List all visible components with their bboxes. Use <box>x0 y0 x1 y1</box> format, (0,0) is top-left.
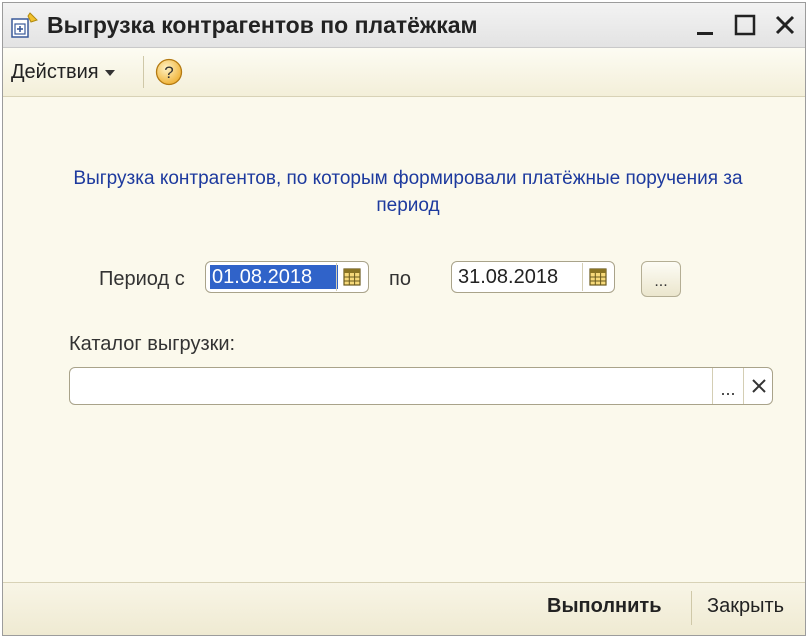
close-icon[interactable] <box>771 11 799 39</box>
title-bar: Выгрузка контрагентов по платёжкам <box>3 3 805 48</box>
catalog-label: Каталог выгрузки: <box>69 333 236 355</box>
minimize-icon[interactable] <box>691 11 719 39</box>
period-to-field[interactable] <box>451 261 615 293</box>
execute-button[interactable]: Выполнить <box>547 595 662 618</box>
catalog-field[interactable]: ... <box>69 367 773 405</box>
period-from-field[interactable] <box>205 261 369 293</box>
calendar-icon[interactable] <box>582 263 613 291</box>
form-window: Выгрузка контрагентов по платёжкам Дейст… <box>2 2 806 636</box>
document-export-icon <box>9 12 39 40</box>
window-title: Выгрузка контрагентов по платёжкам <box>47 12 478 38</box>
catalog-choose-button[interactable]: ... <box>712 368 743 404</box>
select-period-button[interactable]: ... <box>641 261 681 297</box>
actions-menu[interactable]: Действия <box>11 58 115 86</box>
help-icon-glyph: ? <box>164 63 173 82</box>
chevron-down-icon <box>104 70 115 76</box>
toolbar: Действия ? <box>3 48 805 97</box>
period-to-label: по <box>389 268 411 290</box>
catalog-input[interactable] <box>76 372 710 402</box>
period-to-input[interactable] <box>456 265 584 289</box>
maximize-icon[interactable] <box>731 11 759 39</box>
toolbar-separator <box>143 56 144 88</box>
close-button[interactable]: Закрыть <box>707 595 784 618</box>
help-button[interactable]: ? <box>155 58 183 86</box>
clear-icon[interactable] <box>743 368 773 404</box>
actions-menu-label: Действия <box>11 60 99 83</box>
command-bar: Выполнить Закрыть <box>3 582 805 635</box>
form-description: Выгрузка контрагентов, по которым формир… <box>73 168 743 216</box>
command-bar-separator <box>691 591 692 625</box>
period-from-input[interactable] <box>210 265 338 289</box>
calendar-icon[interactable] <box>336 263 367 291</box>
period-from-label: Период с <box>99 268 185 290</box>
